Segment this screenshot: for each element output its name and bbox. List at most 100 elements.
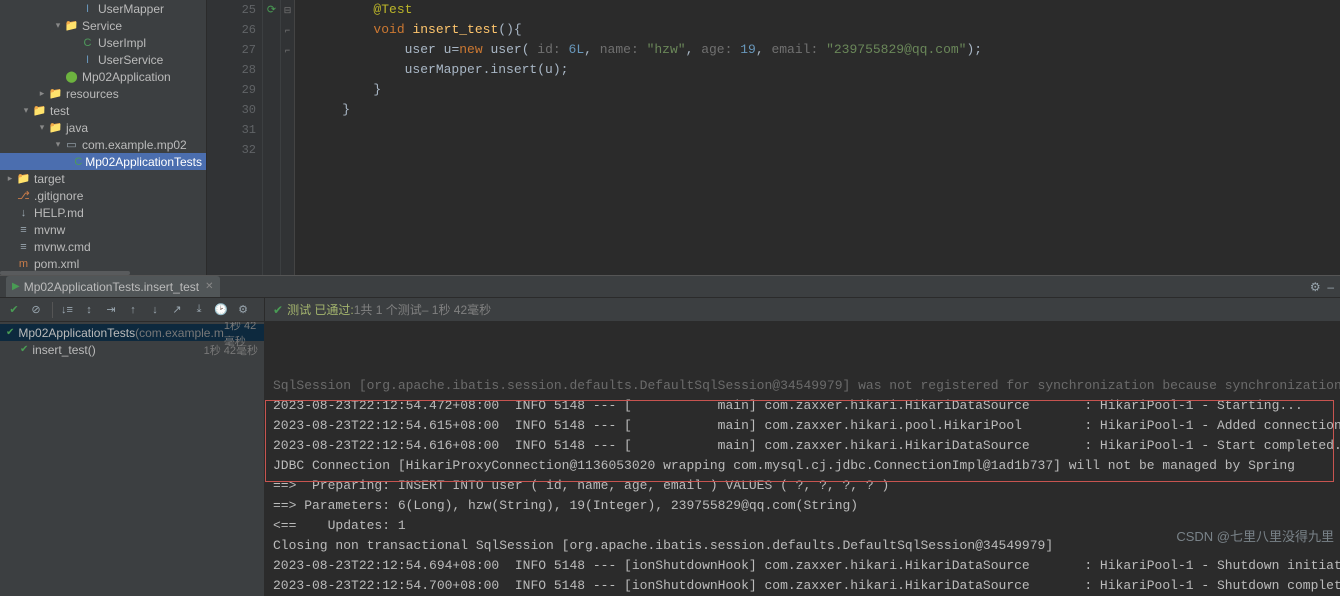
status-prefix: 测试 已通过: [287, 301, 354, 318]
next-icon[interactable]: ↓ [145, 300, 165, 320]
file-type-icon: ≡ [16, 241, 31, 253]
tree-row[interactable]: ▾📁test [0, 102, 206, 119]
tree-label: UserService [98, 53, 163, 67]
run-tabs-bar: ▶ Mp02ApplicationTests.insert_test ✕ ⚙ – [0, 276, 1340, 298]
fold-handle[interactable]: ⊟ [281, 0, 294, 20]
tree-row[interactable]: ↓HELP.md [0, 204, 206, 221]
file-type-icon: 📁 [64, 19, 79, 32]
settings-icon[interactable]: ⚙ – [1310, 280, 1334, 294]
test-ignored-filter-icon[interactable]: ⊘ [26, 300, 46, 320]
tree-label: UserImpl [98, 36, 146, 50]
line-number: 31 [207, 120, 256, 140]
code-editor[interactable]: 2526272829303132 ⟳ ⊟⌐⌐ @Test void insert… [207, 0, 1340, 275]
file-type-icon: ⎇ [16, 189, 31, 202]
gutter-run-icon[interactable]: ⟳ [263, 0, 280, 20]
file-type-icon: C [74, 156, 82, 168]
chevron-icon[interactable]: ▸ [36, 88, 48, 99]
fold-handle[interactable]: ⌐ [281, 40, 294, 60]
code-line[interactable]: } [311, 100, 1340, 120]
tree-row[interactable]: ▾▭com.example.mp02 [0, 136, 206, 153]
code-line[interactable]: user u=new user( id: 6L, name: "hzw", ag… [311, 40, 1340, 60]
tree-label: pom.xml [34, 257, 79, 271]
file-type-icon: m [16, 258, 31, 270]
chevron-icon[interactable]: ▾ [36, 122, 48, 133]
check-icon: ✔ [273, 303, 283, 317]
tree-row[interactable]: ≡mvnw.cmd [0, 238, 206, 255]
file-type-icon: 📁 [48, 87, 63, 100]
collapse-all-icon[interactable]: ⇥ [101, 300, 121, 320]
console-line: SqlSession [org.apache.ibatis.session.de… [273, 376, 1332, 396]
code-line[interactable]: userMapper.insert(u); [311, 60, 1340, 80]
tree-row[interactable]: ≡mvnw [0, 221, 206, 238]
file-type-icon: ⬤ [64, 70, 79, 83]
chevron-icon[interactable]: ▾ [52, 139, 64, 150]
tree-label: com.example.mp02 [82, 138, 187, 152]
fold-handle[interactable]: ⌐ [281, 20, 294, 40]
file-type-icon: I [80, 3, 95, 15]
test-case-name: insert_test() [32, 343, 95, 357]
code-area[interactable]: @Test void insert_test(){ user u=new use… [295, 0, 1340, 275]
tree-label: test [50, 104, 69, 118]
tree-row[interactable]: ▸📁target [0, 170, 206, 187]
import-icon[interactable]: ⤓ [189, 300, 209, 320]
tree-row[interactable]: ▸📁resources [0, 85, 206, 102]
sort-icon[interactable]: ↓≡ [57, 300, 77, 320]
test-tree[interactable]: ✔ Mp02ApplicationTests (com.example.m 1秒… [0, 322, 265, 596]
tree-row[interactable]: ⬤Mp02Application [0, 68, 206, 85]
line-number: 32 [207, 140, 256, 160]
close-icon[interactable]: ✕ [205, 281, 213, 292]
line-number: 26 [207, 20, 256, 40]
tree-label: .gitignore [34, 189, 83, 203]
tree-row[interactable]: IUserService [0, 51, 206, 68]
run-tab[interactable]: ▶ Mp02ApplicationTests.insert_test ✕ [6, 276, 220, 297]
file-type-icon: ≡ [16, 224, 31, 236]
test-suite-row[interactable]: ✔ Mp02ApplicationTests (com.example.m 1秒… [0, 324, 264, 341]
test-case-row[interactable]: ✔ insert_test() 1秒 42毫秒 [0, 341, 264, 358]
project-tree[interactable]: IUserMapper▾📁ServiceCUserImplIUserServic… [0, 0, 206, 271]
chevron-icon[interactable]: ▾ [20, 105, 32, 116]
tree-row[interactable]: CUserImpl [0, 34, 206, 51]
history-icon[interactable]: 🕑 [211, 300, 231, 320]
chevron-icon[interactable]: ▸ [4, 173, 16, 184]
tree-label: target [34, 172, 65, 186]
chevron-icon[interactable]: ▾ [52, 20, 64, 31]
console-line: Closing non transactional SqlSession [or… [273, 536, 1332, 556]
check-icon: ✔ [6, 327, 14, 338]
tree-scrollbar[interactable] [0, 271, 12, 275]
code-line[interactable]: @Test [311, 0, 1340, 20]
expand-all-icon[interactable]: ↕ [79, 300, 99, 320]
fold-gutter[interactable]: ⊟⌐⌐ [281, 0, 295, 275]
file-type-icon: 📁 [48, 121, 63, 134]
tree-label: mvnw [34, 223, 65, 237]
line-number: 28 [207, 60, 256, 80]
file-type-icon: 📁 [32, 104, 47, 117]
file-type-icon: ↓ [16, 207, 31, 219]
export-icon[interactable]: ↗ [167, 300, 187, 320]
tree-row[interactable]: ⎇.gitignore [0, 187, 206, 204]
code-line[interactable]: } [311, 80, 1340, 100]
console-output[interactable]: SqlSession [org.apache.ibatis.session.de… [265, 322, 1340, 596]
line-number: 25 [207, 0, 256, 20]
tree-label: Mp02Application [82, 70, 171, 84]
tree-label: java [66, 121, 88, 135]
gutter-icons[interactable]: ⟳ [263, 0, 281, 275]
tree-row[interactable]: mpom.xml [0, 255, 206, 271]
test-status-bar: ✔ 测试 已通过: 1共 1 个测试 – 1秒 42毫秒 [265, 301, 1340, 318]
line-number: 30 [207, 100, 256, 120]
test-pass-filter-icon[interactable]: ✔ [4, 300, 24, 320]
test-suite-name: Mp02ApplicationTests [18, 326, 135, 340]
code-line[interactable]: void insert_test(){ [311, 20, 1340, 40]
console-line: <== Updates: 1 [273, 516, 1332, 536]
gear-icon[interactable]: ⚙ [233, 300, 253, 320]
run-tab-label: Mp02ApplicationTests.insert_test [24, 280, 199, 294]
tree-row[interactable]: ▾📁java [0, 119, 206, 136]
tree-label: Service [82, 19, 122, 33]
prev-icon[interactable]: ↑ [123, 300, 143, 320]
file-type-icon: C [80, 37, 95, 49]
file-type-icon: 📁 [16, 172, 31, 185]
tree-row[interactable]: CMp02ApplicationTests [0, 153, 206, 170]
status-count: 1共 1 个测试 [354, 301, 422, 318]
tree-row[interactable]: IUserMapper [0, 0, 206, 17]
run-tool-window: ▶ Mp02ApplicationTests.insert_test ✕ ⚙ –… [0, 275, 1340, 596]
tree-row[interactable]: ▾📁Service [0, 17, 206, 34]
